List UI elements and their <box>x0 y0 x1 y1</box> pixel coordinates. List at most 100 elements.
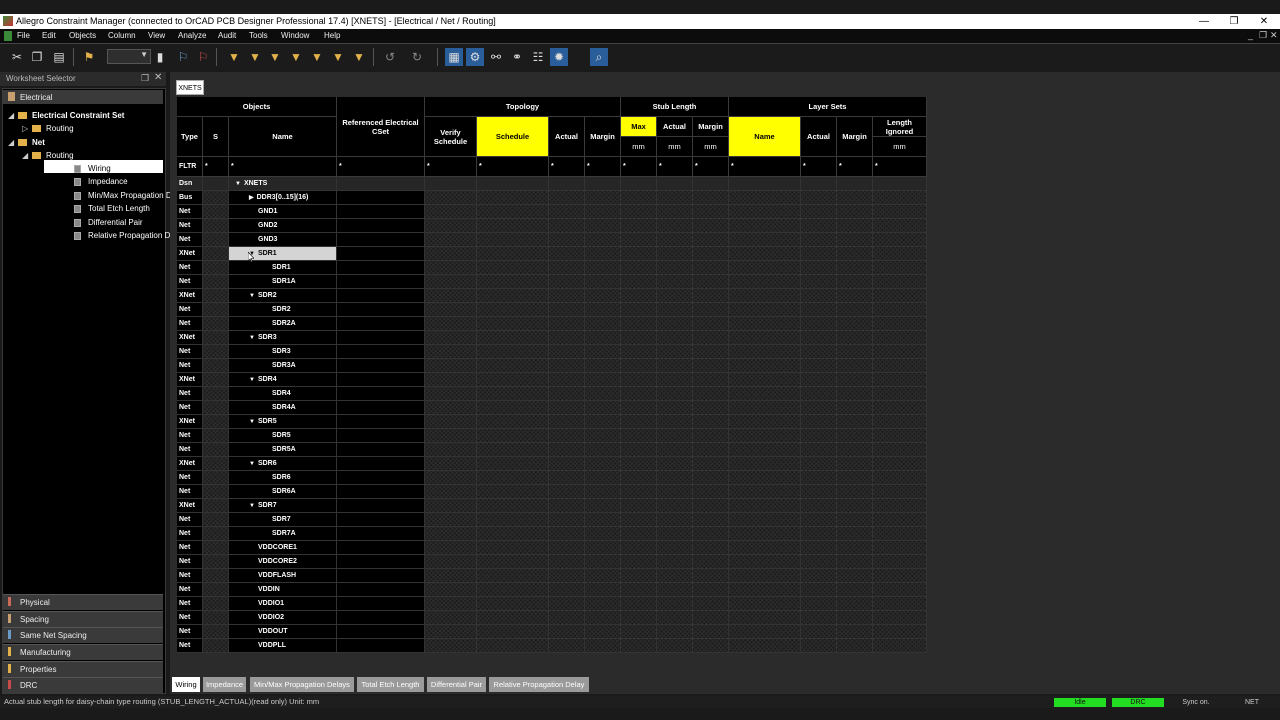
cell-schedule[interactable] <box>477 499 549 513</box>
cell-lign[interactable] <box>873 177 927 191</box>
cell-ref[interactable] <box>337 191 425 205</box>
cell-schedule[interactable] <box>477 443 549 457</box>
cell-smar[interactable] <box>693 625 729 639</box>
cell-tmar[interactable] <box>585 541 621 555</box>
cell-lact[interactable] <box>801 177 837 191</box>
cell-lign[interactable] <box>873 303 927 317</box>
cell-smar[interactable] <box>693 401 729 415</box>
cell-ref[interactable] <box>337 247 425 261</box>
cell-lact[interactable] <box>801 513 837 527</box>
cell-smax[interactable] <box>621 247 657 261</box>
cell-verify[interactable] <box>425 457 477 471</box>
cell-sact[interactable] <box>657 541 693 555</box>
cell-ref[interactable] <box>337 373 425 387</box>
cell-tact[interactable] <box>549 177 585 191</box>
header-stub-actual[interactable]: Actual <box>657 117 693 137</box>
cell-smax[interactable] <box>621 205 657 219</box>
row-name[interactable]: SDR2A <box>229 317 337 331</box>
undo-icon[interactable]: ↺ <box>381 48 399 66</box>
cell-ref[interactable] <box>337 289 425 303</box>
cell-s[interactable] <box>203 359 229 373</box>
cell-tmar[interactable] <box>585 457 621 471</box>
cell-tact[interactable] <box>549 443 585 457</box>
cell-sact[interactable] <box>657 625 693 639</box>
tree-item-net[interactable]: ◢ Net <box>0 137 164 150</box>
cell-tmar[interactable] <box>585 429 621 443</box>
cell-lign[interactable] <box>873 373 927 387</box>
cell-tact[interactable] <box>549 569 585 583</box>
category-electrical[interactable]: Electrical <box>3 90 163 104</box>
cell-smar[interactable] <box>693 177 729 191</box>
cell-lmar[interactable] <box>837 387 873 401</box>
cell-lact[interactable] <box>801 415 837 429</box>
cell-lign[interactable] <box>873 443 927 457</box>
cell-sact[interactable] <box>657 485 693 499</box>
cell-verify[interactable] <box>425 471 477 485</box>
cell-sact[interactable] <box>657 247 693 261</box>
cell-tact[interactable] <box>549 639 585 653</box>
cell-tmar[interactable] <box>585 303 621 317</box>
cell-lname[interactable] <box>729 625 801 639</box>
tab-differential-pair[interactable]: Differential Pair <box>427 677 486 692</box>
cell-ref[interactable] <box>337 261 425 275</box>
mdi-restore-button[interactable]: ❐ <box>1259 30 1267 41</box>
cell-smar[interactable] <box>693 303 729 317</box>
header-name[interactable]: Name <box>229 117 337 157</box>
tab-xnets[interactable]: XNETS <box>176 80 204 95</box>
cell-smax[interactable] <box>621 625 657 639</box>
cell-smax[interactable] <box>621 415 657 429</box>
cell-sact[interactable] <box>657 359 693 373</box>
cell-tmar[interactable] <box>585 317 621 331</box>
cell-lname[interactable] <box>729 485 801 499</box>
header-type[interactable]: Type <box>177 117 203 157</box>
cell-sact[interactable] <box>657 415 693 429</box>
cell-lact[interactable] <box>801 359 837 373</box>
pin-icon[interactable]: ❐ <box>141 73 149 84</box>
cell-lact[interactable] <box>801 401 837 415</box>
row-name[interactable]: SDR3A <box>229 359 337 373</box>
cell-tmar[interactable] <box>585 191 621 205</box>
tree-expander-icon[interactable]: ◢ <box>8 138 14 147</box>
cell-tact[interactable] <box>549 387 585 401</box>
cell-smar[interactable] <box>693 415 729 429</box>
cell-ref[interactable] <box>337 527 425 541</box>
tree-item-wiring[interactable]: Wiring <box>0 163 164 176</box>
header-stub-max[interactable]: Max <box>621 117 657 137</box>
header-schedule[interactable]: Schedule <box>477 117 549 157</box>
cell-smar[interactable] <box>693 597 729 611</box>
cell-tact[interactable] <box>549 527 585 541</box>
cell-lmar[interactable] <box>837 345 873 359</box>
cell-smar[interactable] <box>693 429 729 443</box>
cell-tmar[interactable] <box>585 261 621 275</box>
document-icon[interactable] <box>4 31 12 41</box>
cell-verify[interactable] <box>425 387 477 401</box>
cell-tmar[interactable] <box>585 485 621 499</box>
filter-icon[interactable]: ▼ <box>225 48 243 66</box>
cell-lmar[interactable] <box>837 247 873 261</box>
cell-smar[interactable] <box>693 233 729 247</box>
cell-smar[interactable] <box>693 247 729 261</box>
cell-ref[interactable] <box>337 331 425 345</box>
cell-smax[interactable] <box>621 261 657 275</box>
cell-s[interactable] <box>203 331 229 345</box>
cell-verify[interactable] <box>425 541 477 555</box>
cell-smax[interactable] <box>621 331 657 345</box>
cell-lmar[interactable] <box>837 457 873 471</box>
header-topology-actual[interactable]: Actual <box>549 117 585 157</box>
filter-add-icon[interactable]: ▼ <box>246 48 264 66</box>
row-name[interactable]: SDR4 <box>229 387 337 401</box>
find-back-icon[interactable]: ⚐ <box>194 48 212 66</box>
cell-lmar[interactable] <box>837 233 873 247</box>
row-name[interactable]: GND2 <box>229 219 337 233</box>
menu-column[interactable]: Column <box>108 31 136 40</box>
cell-tact[interactable] <box>549 261 585 275</box>
cell-smar[interactable] <box>693 513 729 527</box>
cell-ref[interactable] <box>337 611 425 625</box>
row-name[interactable]: ▶ DDR3[0..15](16) <box>229 191 337 205</box>
cell-lact[interactable] <box>801 317 837 331</box>
cell-lname[interactable] <box>729 569 801 583</box>
cell-lign[interactable] <box>873 527 927 541</box>
cell-lact[interactable] <box>801 639 837 653</box>
cell-verify[interactable] <box>425 401 477 415</box>
filter-cell-ref[interactable]: * <box>337 157 425 177</box>
